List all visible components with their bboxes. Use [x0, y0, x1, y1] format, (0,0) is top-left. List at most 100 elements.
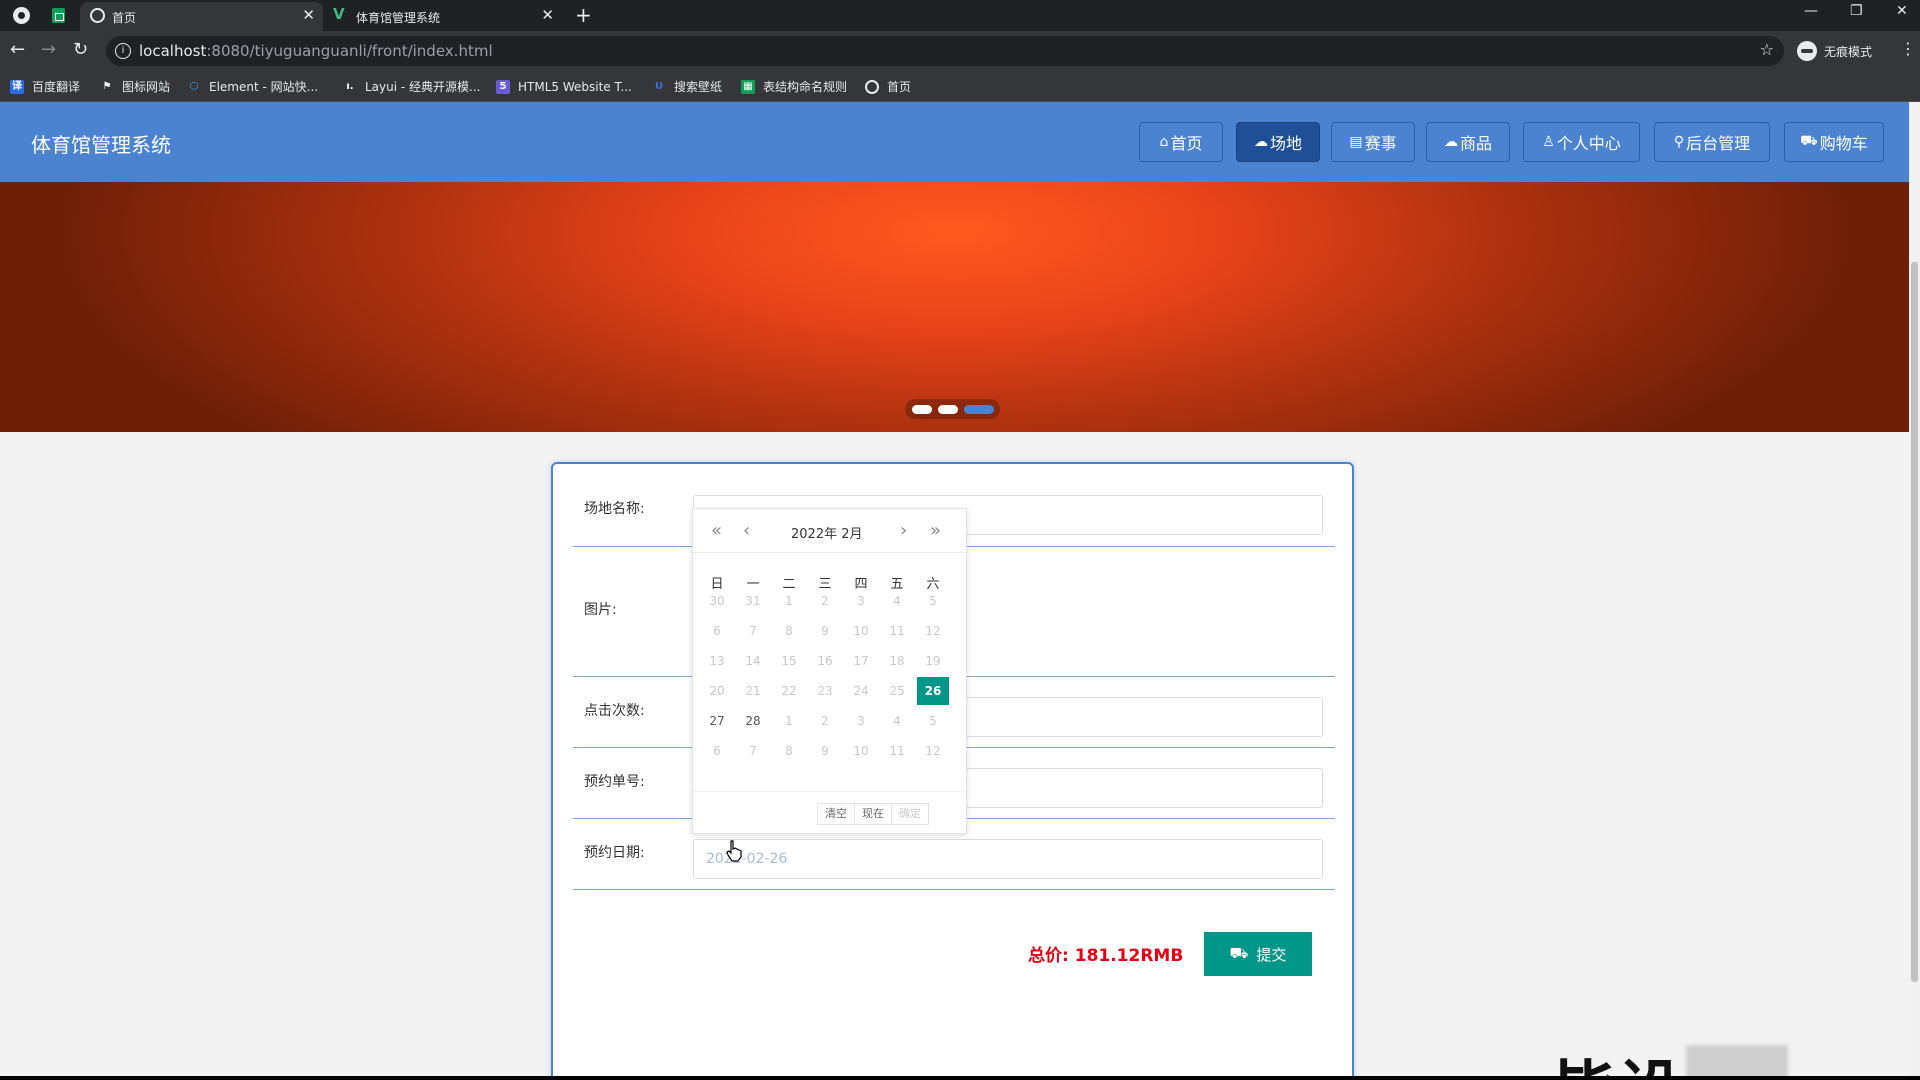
- day-cell[interactable]: 8: [773, 617, 805, 645]
- day-cell[interactable]: 1: [773, 707, 805, 735]
- reload-icon[interactable]: ↻: [73, 39, 88, 60]
- day-cell[interactable]: 10: [845, 617, 877, 645]
- bookmark-item[interactable]: 首页: [865, 71, 911, 102]
- bookmark-item[interactable]: ⬡ Element - 网站快...: [187, 71, 318, 102]
- day-cell[interactable]: 23: [809, 677, 841, 705]
- bookmark-item[interactable]: ⚑ 图标网站: [100, 71, 171, 102]
- new-tab-icon[interactable]: +: [575, 3, 592, 27]
- day-cell[interactable]: 25: [881, 677, 913, 705]
- day-cell[interactable]: 5: [917, 707, 949, 735]
- close-icon[interactable]: ✕: [541, 6, 554, 24]
- date-input[interactable]: [693, 839, 1323, 879]
- day-cell[interactable]: 12: [917, 617, 949, 645]
- day-cell[interactable]: 20: [701, 677, 733, 705]
- day-cell[interactable]: 2: [809, 707, 841, 735]
- day-cell[interactable]: 16: [809, 647, 841, 675]
- carousel-dot[interactable]: [912, 405, 932, 414]
- clear-button[interactable]: 清空: [817, 803, 855, 825]
- prev-year-icon[interactable]: «: [711, 520, 722, 541]
- day-cell-selected[interactable]: 26: [917, 677, 949, 705]
- next-year-icon[interactable]: »: [930, 520, 941, 541]
- url-text[interactable]: localhost:8080/tiyuguanguanli/front/inde…: [139, 42, 493, 60]
- submit-button[interactable]: ⛟ 提交: [1204, 932, 1312, 976]
- pinned-sheet-tab-icon[interactable]: [52, 8, 65, 23]
- menu-icon[interactable]: ⋮: [1900, 39, 1916, 58]
- day-cell[interactable]: 30: [701, 587, 733, 615]
- bookmark-item[interactable]: 5 HTML5 Website T...: [496, 71, 632, 102]
- nav-goods[interactable]: ☁ 商品: [1426, 122, 1510, 162]
- vue-icon: V: [333, 5, 345, 23]
- close-icon[interactable]: ✕: [302, 6, 315, 24]
- day-cell[interactable]: 8: [773, 737, 805, 765]
- year-month-label[interactable]: 2022年 2月: [791, 523, 863, 542]
- day-cell[interactable]: 19: [917, 647, 949, 675]
- day-cell[interactable]: 7: [737, 737, 769, 765]
- day-cell[interactable]: 6: [701, 617, 733, 645]
- bookmark-star-icon[interactable]: ☆: [1760, 40, 1774, 59]
- nav-home[interactable]: ⌂ 首页: [1139, 122, 1223, 162]
- bookmark-item[interactable]: 译百度翻译: [10, 71, 80, 102]
- day-cell[interactable]: 31: [737, 587, 769, 615]
- day-cell[interactable]: 27: [701, 707, 733, 735]
- day-cell[interactable]: 9: [809, 737, 841, 765]
- nav-events[interactable]: ▤ 赛事: [1331, 122, 1415, 162]
- day-cell[interactable]: 22: [773, 677, 805, 705]
- nav-label: 后台管理: [1686, 134, 1751, 153]
- browser-tab-home[interactable]: 首页 ✕: [80, 2, 323, 31]
- scrollbar-thumb[interactable]: [1911, 262, 1918, 982]
- page-scrollbar[interactable]: [1909, 102, 1920, 1076]
- day-cell[interactable]: 18: [881, 647, 913, 675]
- day-cell[interactable]: 13: [701, 647, 733, 675]
- confirm-button[interactable]: 确定: [891, 803, 929, 825]
- banner-carousel: [0, 182, 1909, 432]
- carousel-dot[interactable]: [938, 405, 958, 414]
- day-cell[interactable]: 3: [845, 707, 877, 735]
- nav-personal-center[interactable]: ♙ 个人中心: [1523, 122, 1640, 162]
- day-cell[interactable]: 11: [881, 737, 913, 765]
- bookmark-item[interactable]: ı. Layui - 经典开源模...: [343, 71, 480, 102]
- nav-venue[interactable]: ☁ 场地: [1236, 122, 1320, 162]
- bookmark-label: 首页: [887, 80, 912, 94]
- day-cell[interactable]: 24: [845, 677, 877, 705]
- day-cell[interactable]: 14: [737, 647, 769, 675]
- calendar-icon: ▤: [1349, 134, 1363, 150]
- bookmark-item[interactable]: ▦ 表结构命名规则: [741, 71, 847, 102]
- day-cell[interactable]: 9: [809, 617, 841, 645]
- day-cell[interactable]: 21: [737, 677, 769, 705]
- day-cell[interactable]: 17: [845, 647, 877, 675]
- address-bar[interactable]: i localhost:8080/tiyuguanguanli/front/in…: [106, 36, 1784, 66]
- chrome-icon: [13, 7, 30, 24]
- day-cell[interactable]: 6: [701, 737, 733, 765]
- back-icon[interactable]: ←: [10, 39, 25, 60]
- minimize-icon[interactable]: —: [1804, 3, 1818, 19]
- day-cell[interactable]: 3: [845, 587, 877, 615]
- day-cell[interactable]: 5: [917, 587, 949, 615]
- day-cell[interactable]: 1: [773, 587, 805, 615]
- info-icon[interactable]: i: [115, 43, 131, 59]
- day-cell[interactable]: 4: [881, 707, 913, 735]
- day-cell[interactable]: 10: [845, 737, 877, 765]
- restore-icon[interactable]: ❐: [1850, 3, 1863, 19]
- bookmark-item[interactable]: U 搜索壁纸: [652, 71, 722, 102]
- forward-icon[interactable]: →: [41, 39, 56, 60]
- now-button[interactable]: 现在: [854, 803, 892, 825]
- day-cell[interactable]: 12: [917, 737, 949, 765]
- browser-tab-system[interactable]: V 体育馆管理系统 ✕: [324, 2, 562, 31]
- day-cell[interactable]: 7: [737, 617, 769, 645]
- day-cell[interactable]: 15: [773, 647, 805, 675]
- day-cell[interactable]: 11: [881, 617, 913, 645]
- bookmark-label: 百度翻译: [32, 80, 81, 94]
- prev-month-icon[interactable]: ‹: [743, 520, 750, 541]
- globe-icon: [90, 8, 105, 23]
- day-cell[interactable]: 4: [881, 587, 913, 615]
- next-month-icon[interactable]: ›: [900, 520, 907, 541]
- flag-icon: ⚑: [102, 80, 112, 92]
- incognito-icon[interactable]: [1797, 41, 1817, 61]
- nav-cart[interactable]: ⛟ 购物车: [1784, 122, 1884, 162]
- row-divider: [573, 889, 1335, 890]
- day-cell[interactable]: 28: [737, 707, 769, 735]
- nav-admin[interactable]: ⚲ 后台管理: [1654, 122, 1770, 162]
- day-cell[interactable]: 2: [809, 587, 841, 615]
- carousel-dot-active[interactable]: [964, 405, 994, 414]
- window-close-icon[interactable]: ✕: [1896, 3, 1908, 19]
